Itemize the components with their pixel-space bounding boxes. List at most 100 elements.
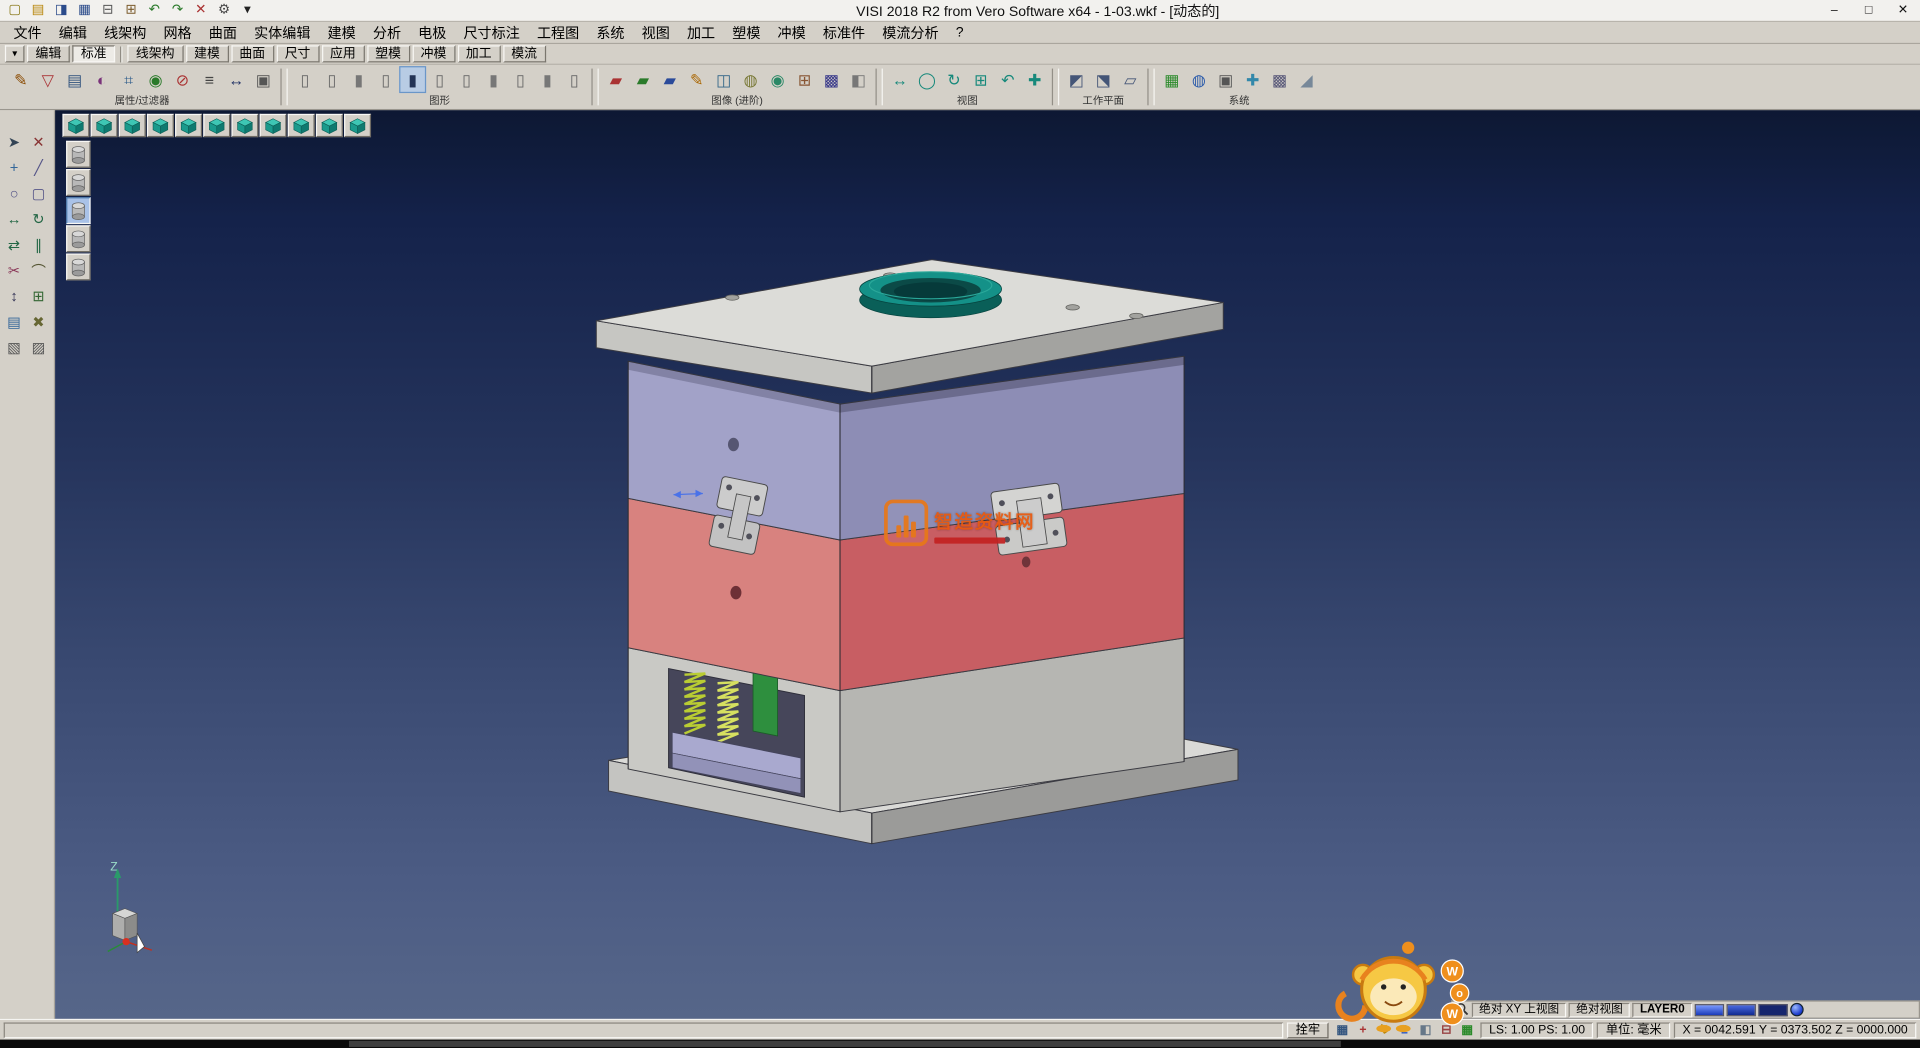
section-display-icon[interactable]: ▯ — [453, 66, 480, 93]
menu-help[interactable]: ? — [947, 24, 972, 41]
transparency-display-icon[interactable]: ▯ — [426, 66, 453, 93]
view-iso-nw-icon[interactable] — [288, 114, 315, 137]
color-filter-icon[interactable]: ◐ — [88, 66, 115, 93]
layers-icon[interactable]: ▤ — [2, 310, 25, 334]
move-icon[interactable]: ↔ — [2, 207, 25, 231]
view-front-icon[interactable] — [147, 114, 174, 137]
layer-view-4-icon[interactable] — [66, 225, 90, 252]
close-button[interactable]: ✕ — [1886, 0, 1920, 22]
delete-icon[interactable]: ✕ — [190, 1, 212, 21]
view-iso-sw-icon[interactable] — [344, 114, 371, 137]
render-green-icon[interactable]: ▰ — [629, 66, 656, 93]
properties-icon[interactable]: ▣ — [250, 66, 277, 93]
mask-icon[interactable]: ◧ — [845, 66, 872, 93]
layer-swatch-2[interactable] — [1726, 1003, 1755, 1015]
workplane-xy-icon[interactable]: ◩ — [1063, 66, 1090, 93]
color-palette-icon[interactable]: ▦ — [1158, 66, 1185, 93]
dynamic-hidden-display-icon[interactable]: ▮ — [399, 66, 426, 93]
view-top-icon[interactable] — [91, 114, 118, 137]
menu-view[interactable]: 视图 — [633, 21, 678, 43]
element-filter-icon[interactable]: ⌗ — [115, 66, 142, 93]
texture-icon[interactable]: ◫ — [710, 66, 737, 93]
background-display-icon[interactable]: ▯ — [561, 66, 588, 93]
zoom-window-icon[interactable]: ⊞ — [967, 66, 994, 93]
layer-view-2-icon[interactable] — [66, 169, 90, 196]
select-icon[interactable]: ➤ — [2, 130, 25, 154]
menu-modeling[interactable]: 建模 — [319, 21, 364, 43]
menu-solid-edit[interactable]: 实体编辑 — [246, 21, 319, 43]
ramp-icon[interactable]: ◢ — [1293, 66, 1320, 93]
lock-toggle-button[interactable]: 拴牢 — [1287, 1022, 1329, 1038]
shadow-display-icon[interactable]: ▯ — [507, 66, 534, 93]
menu-flow-analysis[interactable]: 模流分析 — [874, 21, 947, 43]
menu-mesh[interactable]: 网格 — [155, 21, 200, 43]
view-right-icon[interactable] — [231, 114, 258, 137]
workplane-free-icon[interactable]: ▱ — [1117, 66, 1144, 93]
perspective-display-icon[interactable]: ▮ — [480, 66, 507, 93]
open-file-icon[interactable]: ▤ — [27, 1, 49, 21]
tab-standard[interactable]: 标准 — [72, 45, 115, 62]
tab-mould[interactable]: 塑模 — [367, 45, 410, 62]
maximize-button[interactable]: □ — [1851, 0, 1885, 22]
menu-drawing[interactable]: 工程图 — [528, 21, 587, 43]
menu-wireframe[interactable]: 线架构 — [96, 21, 155, 43]
menu-surface[interactable]: 曲面 — [200, 21, 245, 43]
tab-edit[interactable]: 编辑 — [27, 45, 70, 62]
refresh-view-icon[interactable]: ✚ — [1021, 66, 1048, 93]
ungroup-icon[interactable]: ▨ — [27, 336, 50, 360]
rect-icon[interactable]: ▢ — [27, 181, 50, 205]
view-left-icon[interactable] — [203, 114, 230, 137]
pan-view-icon[interactable]: ↔ — [887, 66, 914, 93]
layer-view-1-icon[interactable] — [66, 141, 90, 168]
offset-icon[interactable]: ∥ — [27, 233, 50, 257]
menu-electrode[interactable]: 电极 — [410, 21, 455, 43]
render-red-icon[interactable]: ▰ — [602, 66, 629, 93]
fillet-icon[interactable]: ⌒ — [27, 258, 50, 282]
active-layer-field[interactable]: LAYER0 — [1633, 1002, 1693, 1017]
tab-machining[interactable]: 加工 — [457, 45, 500, 62]
measure-filter-icon[interactable]: ↔ — [223, 66, 250, 93]
save-icon[interactable]: ◨ — [50, 1, 72, 21]
matrix-icon[interactable]: ▩ — [1266, 66, 1293, 93]
menu-standard-parts[interactable]: 标准件 — [814, 21, 873, 43]
previous-view-icon[interactable]: ↶ — [994, 66, 1021, 93]
menu-mould[interactable]: 塑模 — [724, 21, 769, 43]
material-display-icon[interactable]: ▮ — [534, 66, 561, 93]
undo-icon[interactable]: ↶ — [143, 1, 165, 21]
layer-view-5-icon[interactable] — [66, 253, 90, 280]
render-blue-icon[interactable]: ▰ — [656, 66, 683, 93]
plot-icon[interactable]: ⊞ — [120, 1, 142, 21]
lighting-icon[interactable]: ◍ — [737, 66, 764, 93]
zoom-view-icon[interactable]: ◯ — [913, 66, 940, 93]
layer-filter-icon[interactable]: ▤ — [61, 66, 88, 93]
menu-dimension[interactable]: 尺寸标注 — [455, 21, 528, 43]
filter-funnel-icon[interactable]: ▽ — [34, 66, 61, 93]
camera-icon[interactable]: ◉ — [764, 66, 791, 93]
settings-icon[interactable]: ⚙ — [213, 1, 235, 21]
trim-icon[interactable]: ✂ — [2, 258, 25, 282]
layer-swatch-3[interactable] — [1758, 1003, 1787, 1015]
save-all-icon[interactable]: ▦ — [73, 1, 95, 21]
info-filter-icon[interactable]: ≡ — [196, 66, 223, 93]
menu-die[interactable]: 冲模 — [769, 21, 814, 43]
world-icon[interactable]: ◍ — [1185, 66, 1212, 93]
advanced-grid-icon[interactable]: ▩ — [818, 66, 845, 93]
measure-icon[interactable]: ↕ — [2, 284, 25, 308]
view-iso-ne-icon[interactable] — [260, 114, 287, 137]
qat-dropdown-icon[interactable]: ▾ — [236, 1, 258, 21]
array-icon[interactable]: ⊞ — [27, 284, 50, 308]
attribute-wand-icon[interactable]: ✎ — [7, 66, 34, 93]
new-file-icon[interactable]: ▢ — [4, 1, 26, 21]
viewport-3d[interactable]: 智造资料网 Z — [55, 110, 1920, 1019]
shaded-edges-display-icon[interactable]: ▯ — [372, 66, 399, 93]
menu-edit[interactable]: 编辑 — [50, 21, 95, 43]
view-mode-field[interactable]: 绝对 XY 上视图 — [1472, 1002, 1567, 1017]
lock-filter-icon[interactable]: ⊘ — [169, 66, 196, 93]
sketch-pencil-icon[interactable]: ✎ — [683, 66, 710, 93]
tab-wireframe[interactable]: 线架构 — [127, 45, 183, 62]
menu-system[interactable]: 系统 — [588, 21, 633, 43]
view-iso-se-icon[interactable] — [316, 114, 343, 137]
workplane-face-icon[interactable]: ⬔ — [1090, 66, 1117, 93]
layer-swatch-1[interactable] — [1695, 1003, 1724, 1015]
render-sphere-icon[interactable] — [1790, 1003, 1803, 1016]
